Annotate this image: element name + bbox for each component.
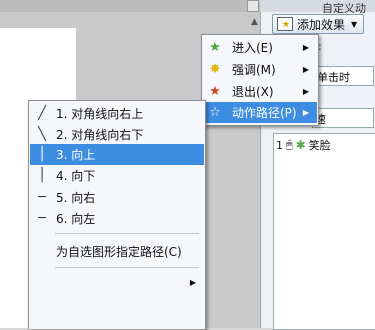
path-right[interactable]: ─ 5. 向右 [30,187,204,208]
menu-item-label: 强调(M) [232,63,276,77]
start-select-value: 单击时 [317,71,350,84]
path-diagonal-down-right[interactable]: ╲ 2. 对角线向右下 [30,124,204,145]
path-up[interactable]: │ 3. 向上 [30,144,204,165]
panel-field-label: : [318,40,322,53]
add-effect-button[interactable]: 添加效果 ▼ [272,14,364,34]
submenu-item-label: 1. 对角线向右上 [56,107,144,121]
pin-icon[interactable] [247,0,259,12]
enter-star-icon: ★ [209,39,221,55]
menu-item-emphasis[interactable]: ✸ 强调(M) ▶ [203,59,317,80]
menu-item-enter[interactable]: ★ 进入(E) ▶ [203,37,317,58]
list-item-number: 1 [276,138,283,152]
motion-path-submenu: ╱ 1. 对角线向右上 ╲ 2. 对角线向右下 │ 3. 向上 │ 4. 向下 … [28,100,206,329]
exit-star-icon: ★ [209,83,221,99]
horizontal-line-icon: ─ [38,190,46,205]
submenu-item-label: 3. 向上 [56,148,96,162]
start-select[interactable]: 单击时 [312,66,374,86]
vertical-line-icon: │ [38,168,46,183]
path-custom-shape[interactable]: 为自选图形指定路径(C) [30,241,204,262]
emphasis-star-icon: ✸ [209,61,221,77]
diagonal-down-right-icon: ╲ [38,127,46,142]
menu-separator [55,267,199,268]
diagonal-up-right-icon: ╱ [38,106,46,121]
submenu-item-label: 为自选图形指定路径(C) [56,245,182,259]
mouse-click-icon: 🖱 [286,138,293,151]
menu-item-label: 进入(E) [232,41,273,55]
path-down[interactable]: │ 4. 向下 [30,165,204,186]
submenu-arrow-icon: ▶ [302,108,309,117]
menu-item-motion-path[interactable]: ☆ 动作路径(P) ▶ [203,102,317,123]
menu-item-label: 退出(X) [232,85,274,99]
speed-select[interactable]: 速 [312,108,374,128]
menu-separator [55,233,199,234]
list-item-label: 笑脸 [308,139,331,152]
add-effect-menu: ★ 进入(E) ▶ ✸ 强调(M) ▶ ★ 退出(X) ▶ ☆ 动作路径(P) … [201,34,319,126]
submenu-arrow-icon: ▶ [302,87,309,96]
horizontal-line-icon: ─ [38,211,46,226]
path-more-submenu[interactable]: ▶ [30,272,204,293]
submenu-arrow-icon: ▶ [302,65,309,74]
top-strip [0,0,260,12]
menu-item-label: 动作路径(P) [232,106,297,120]
effect-star-icon: ✱ [295,138,306,152]
vertical-line-icon: │ [38,147,46,162]
path-left[interactable]: ─ 6. 向左 [30,208,204,229]
chevron-down-icon: ▼ [351,19,358,29]
submenu-item-label: 6. 向左 [56,212,96,226]
menu-item-exit[interactable]: ★ 退出(X) ▶ [203,81,317,102]
list-item[interactable]: 1 🖱 ✱ 笑脸 [276,137,331,153]
submenu-arrow-icon: ▶ [302,43,309,52]
motion-path-star-icon: ☆ [209,104,221,120]
add-effect-label: 添加效果 [297,17,346,32]
submenu-arrow-icon: ▶ [189,278,196,287]
scroll-up-icon[interactable]: ▲ [251,17,258,27]
path-diagonal-up-right[interactable]: ╱ 1. 对角线向右上 [30,103,204,124]
animation-list[interactable] [273,133,375,330]
submenu-item-label: 2. 对角线向右下 [56,128,144,142]
submenu-item-label: 5. 向右 [56,191,96,205]
add-effect-icon [277,17,293,31]
submenu-item-label: 4. 向下 [56,169,96,183]
slide-thumbnail-strip [0,255,20,328]
